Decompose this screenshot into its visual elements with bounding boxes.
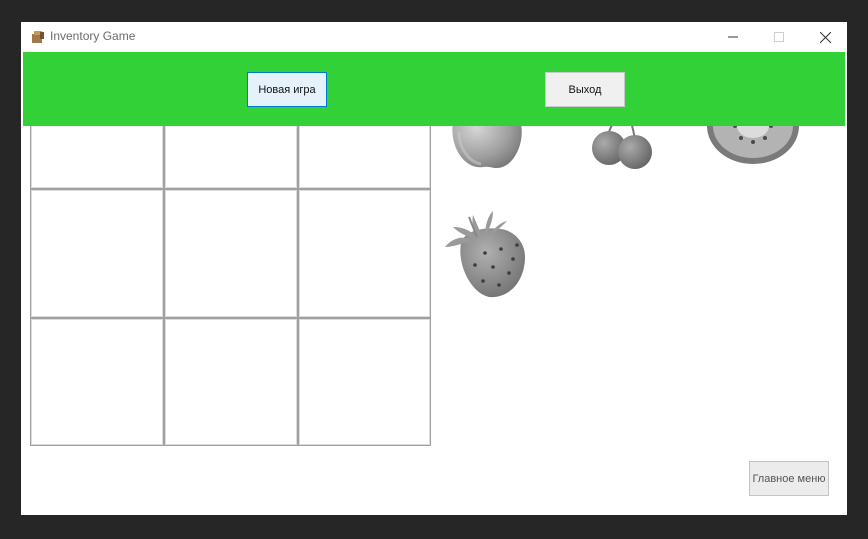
minimize-button[interactable] [710,22,756,52]
main-menu-button[interactable]: Главное меню [749,461,829,496]
inventory-cell[interactable] [164,189,298,318]
window-title: Inventory Game [50,29,136,43]
new-game-button[interactable]: Новая игра [247,72,327,107]
app-window: Inventory Game Новая игра Выход Главное … [21,22,847,515]
title-bar[interactable]: Inventory Game [21,22,847,52]
inventory-cell[interactable] [30,189,164,318]
inventory-cell[interactable] [164,318,298,446]
app-icon [32,31,44,43]
close-icon [819,31,831,43]
top-toolbar: Новая игра Выход [23,52,845,126]
close-button[interactable] [802,22,847,52]
inventory-cell[interactable] [298,189,431,318]
inventory-cell[interactable] [30,318,164,446]
maximize-button[interactable] [756,22,802,52]
inventory-cell[interactable] [298,318,431,446]
exit-button[interactable]: Выход [545,72,625,107]
minimize-icon [728,36,738,38]
strawberry-icon[interactable] [443,207,533,302]
maximize-icon [774,32,784,42]
